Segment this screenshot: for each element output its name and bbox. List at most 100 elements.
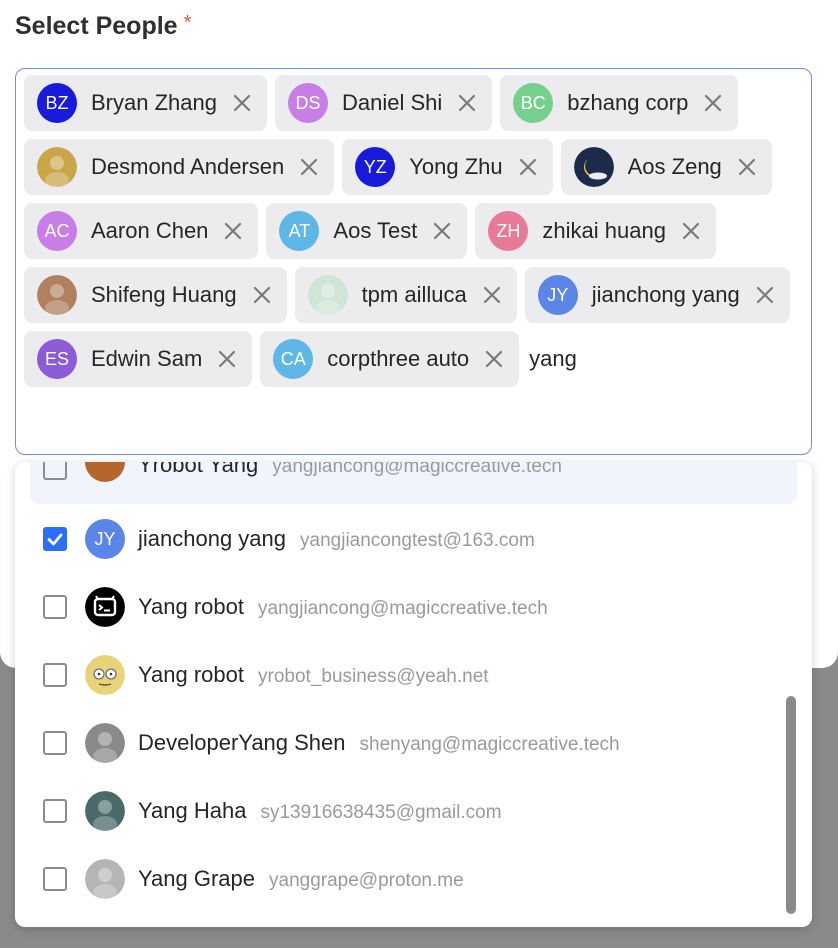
selected-person-tag: AT Aos Test	[266, 203, 468, 259]
option-checkbox[interactable]	[43, 799, 67, 823]
option-name: Yang robot	[138, 662, 245, 687]
option-checkbox[interactable]	[43, 731, 67, 755]
option-name: jianchong yang	[138, 526, 287, 551]
avatar	[85, 587, 125, 627]
required-mark: *	[183, 12, 192, 34]
dropdown-option[interactable]: Yang Haha sy13916638435@gmail.com	[15, 777, 795, 845]
option-email: yangjiancongtest@163.com	[300, 530, 535, 551]
close-icon[interactable]	[231, 92, 253, 114]
close-icon[interactable]	[517, 156, 539, 178]
check-icon	[43, 527, 67, 556]
close-icon[interactable]	[736, 156, 758, 178]
avatar: BZ	[37, 83, 77, 123]
selected-tags: BZ Bryan Zhang DS Daniel Shi BC bzhang corp De…	[24, 75, 804, 387]
tag-label: Bryan Zhang	[91, 90, 217, 115]
tag-label: Aaron Chen	[91, 218, 209, 243]
close-icon[interactable]	[222, 220, 244, 242]
close-icon[interactable]	[481, 284, 503, 306]
tag-label: Aos Test	[333, 218, 418, 243]
avatar	[85, 462, 125, 482]
selected-person-tag: ZH zhikai huang	[475, 203, 716, 259]
dropdown-option-partial[interactable]: Yrobot Yang yangjiancong@magiccreative.t…	[30, 462, 797, 504]
option-checkbox[interactable]	[43, 663, 67, 687]
selected-person-tag: AC Aaron Chen	[24, 203, 259, 259]
selected-person-tag: BC bzhang corp	[500, 75, 739, 131]
close-icon[interactable]	[754, 284, 776, 306]
people-select[interactable]: BZ Bryan Zhang DS Daniel Shi BC bzhang corp De…	[15, 68, 812, 455]
field-label-text: Select People	[15, 12, 178, 40]
dropdown-option[interactable]: Yang robot yangjiancong@magiccreative.tec…	[15, 573, 795, 641]
avatar	[85, 791, 125, 831]
avatar	[307, 275, 348, 315]
avatar	[37, 147, 77, 187]
avatar: BC	[513, 83, 554, 123]
option-email: yanggrape@proton.me	[269, 870, 464, 891]
option-name: Yrobot Yang	[138, 462, 259, 477]
dropdown-option[interactable]: DeveloperYang Shen shenyang@magiccreative…	[15, 709, 795, 777]
close-icon[interactable]	[251, 284, 273, 306]
avatar: DS	[287, 83, 328, 123]
close-icon[interactable]	[216, 348, 238, 370]
option-email: yangjiancong@magiccreative.tech	[272, 462, 562, 477]
selected-person-tag: BZ Bryan Zhang	[24, 75, 267, 131]
selected-person-tag: JY jianchong yang	[524, 267, 790, 323]
avatar	[85, 859, 125, 899]
tag-label: Yong Zhu	[409, 154, 503, 179]
selected-person-tag: Shifeng Huang	[24, 267, 287, 323]
option-checkbox[interactable]	[43, 867, 67, 891]
avatar: ES	[37, 339, 77, 379]
avatar	[573, 147, 614, 187]
option-email: sy13916638435@gmail.com	[260, 802, 502, 823]
avatar: AT	[279, 211, 320, 251]
avatar: JY	[537, 275, 578, 315]
selected-person-tag: ES Edwin Sam	[24, 331, 253, 387]
option-email: shenyang@magiccreative.tech	[359, 734, 620, 755]
option-name: Yang Grape	[138, 866, 256, 891]
option-checkbox[interactable]	[43, 595, 67, 619]
selected-person-tag: YZ Yong Zhu	[342, 139, 553, 195]
selected-person-tag: Desmond Andersen	[24, 139, 335, 195]
option-name: DeveloperYang Shen	[138, 730, 346, 755]
avatar: ZH	[488, 211, 529, 251]
avatar	[85, 723, 125, 763]
option-checkbox[interactable]	[43, 462, 67, 480]
dropdown-scrollbar[interactable]	[786, 696, 796, 914]
people-dropdown[interactable]: Yrobot Yang yangjiancong@magiccreative.t…	[15, 462, 812, 927]
dropdown-option[interactable]: Yang robot yrobot_business@yeah.net	[15, 641, 795, 709]
selected-person-tag: tpm ailluca	[294, 267, 517, 323]
avatar: CA	[273, 339, 314, 379]
tag-label: Shifeng Huang	[91, 282, 237, 307]
option-checkbox[interactable]	[43, 527, 67, 551]
dropdown-option[interactable]: Yang Grape yanggrape@proton.me	[15, 845, 795, 913]
avatar: YZ	[355, 147, 396, 187]
close-icon[interactable]	[431, 220, 453, 242]
field-label: Select People *	[15, 12, 191, 41]
tag-label: jianchong yang	[591, 282, 740, 307]
option-email: yangjiancong@magiccreative.tech	[258, 598, 548, 619]
option-name: Yang Haha	[138, 798, 247, 823]
option-name: Yang robot	[138, 594, 245, 619]
option-email: yrobot_business@yeah.net	[258, 666, 489, 687]
tag-label: Edwin Sam	[91, 346, 203, 371]
tag-label: Aos Zeng	[627, 154, 722, 179]
avatar: JY	[85, 519, 125, 559]
dropdown-option[interactable]: JY jianchong yang yangjiancongtest@163.com	[15, 505, 795, 573]
close-icon[interactable]	[680, 220, 702, 242]
close-icon[interactable]	[483, 348, 505, 370]
avatar	[85, 655, 125, 695]
search-input[interactable]: yang	[527, 331, 577, 387]
tag-label: zhikai huang	[542, 218, 666, 243]
selected-person-tag: CA corpthree auto	[260, 331, 520, 387]
tag-label: Desmond Andersen	[91, 154, 285, 179]
tag-label: bzhang corp	[567, 90, 689, 115]
selected-person-tag: Aos Zeng	[560, 139, 772, 195]
avatar	[37, 275, 77, 315]
tag-label: tpm ailluca	[361, 282, 467, 307]
tag-label: corpthree auto	[327, 346, 470, 371]
avatar: AC	[37, 211, 77, 251]
selected-person-tag: DS Daniel Shi	[274, 75, 493, 131]
close-icon[interactable]	[456, 92, 478, 114]
close-icon[interactable]	[298, 156, 320, 178]
tag-label: Daniel Shi	[341, 90, 443, 115]
close-icon[interactable]	[702, 92, 724, 114]
